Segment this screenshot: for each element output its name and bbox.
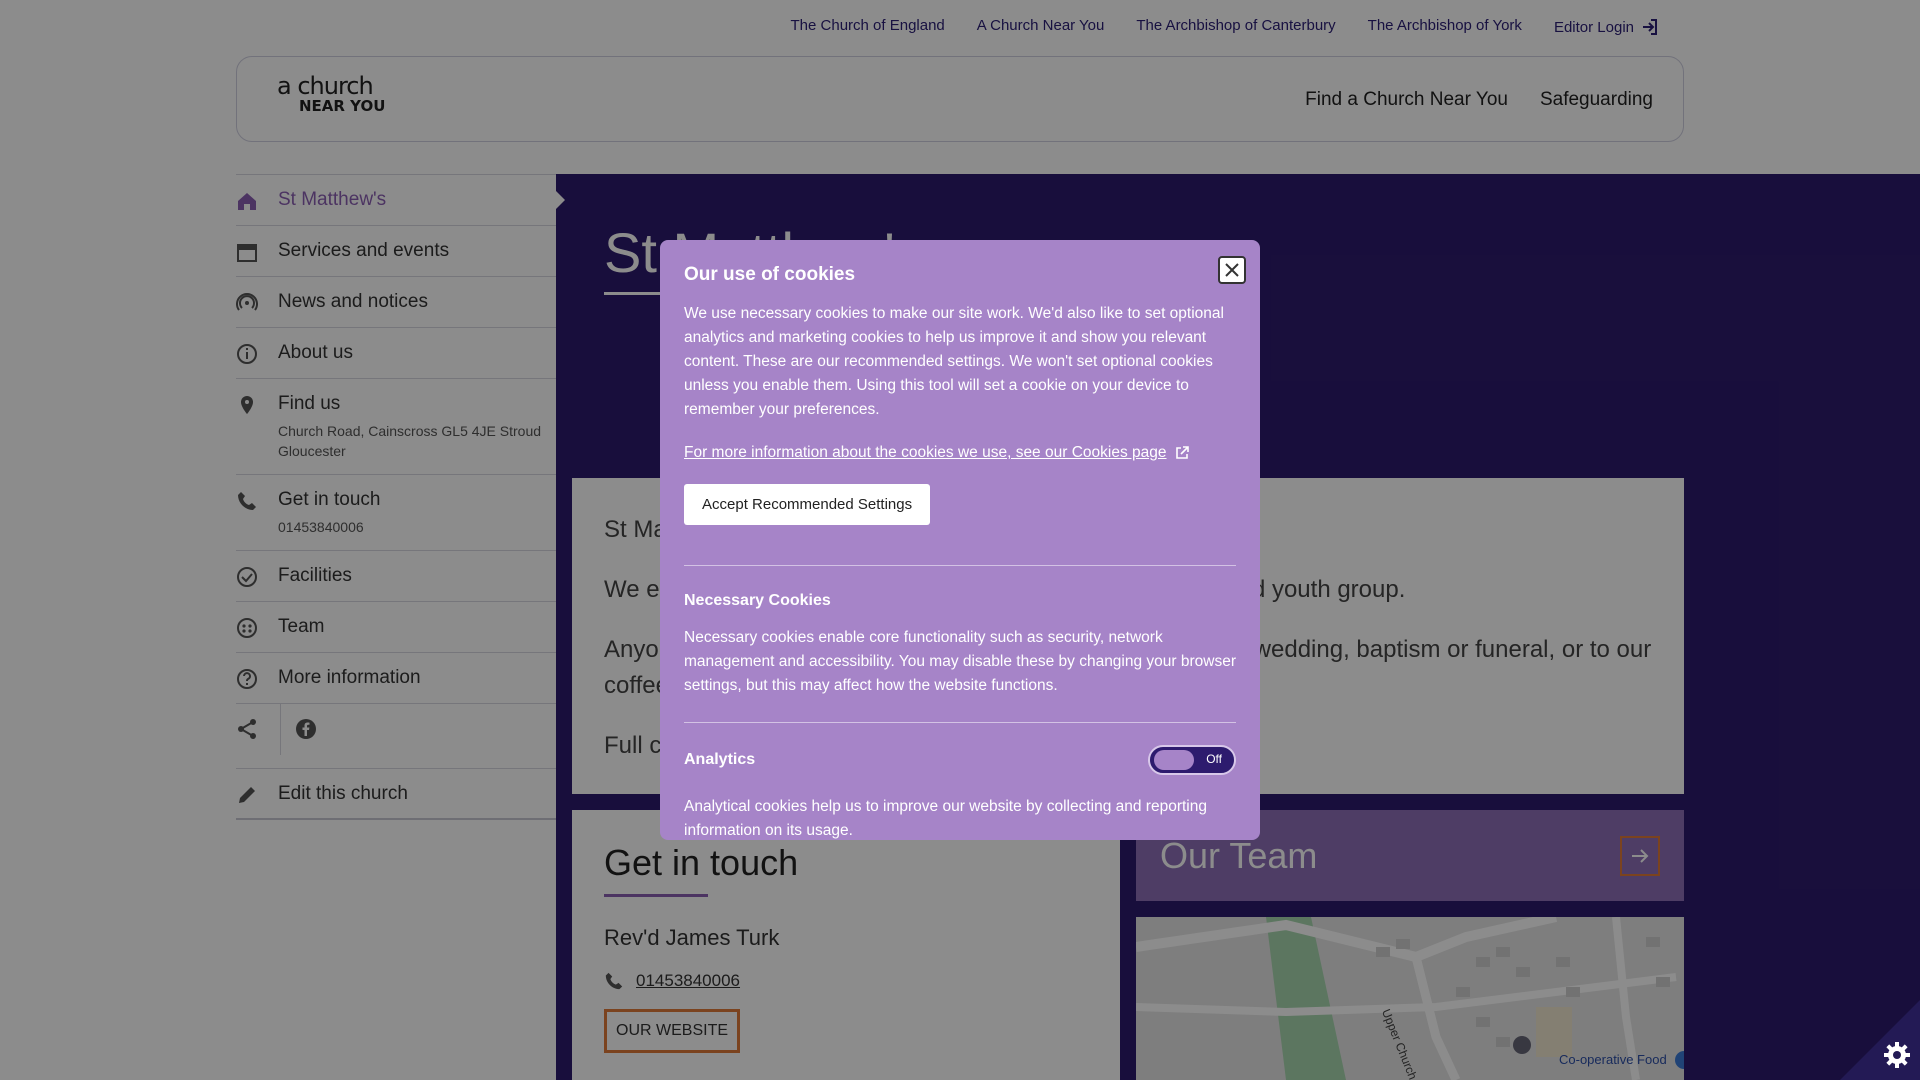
analytics-text: Analytical cookies help us to improve ou… (684, 798, 1207, 839)
cookie-dialog-title: Our use of cookies (684, 264, 856, 285)
gear-icon[interactable] (1882, 1040, 1912, 1070)
analytics-toggle[interactable]: Off (1148, 745, 1236, 775)
external-link-icon (1176, 446, 1190, 459)
necessary-cookies-title: Necessary Cookies (684, 592, 831, 609)
accept-recommended-button[interactable]: Accept Recommended Settings (684, 484, 931, 525)
close-button[interactable] (1218, 256, 1246, 284)
cookie-intro-text: We use necessary cookies to make our sit… (684, 305, 1224, 418)
toggle-knob (1154, 750, 1194, 770)
analytics-row: Analytics Off (684, 745, 1236, 775)
necessary-cookies-text: Necessary cookies enable core functional… (684, 629, 1237, 694)
cookies-page-link-label: For more information about the cookies w… (684, 444, 1167, 461)
cookie-consent-dialog: Our use of cookies We use necessary cook… (660, 240, 1260, 840)
cookie-divider (684, 565, 1236, 566)
toggle-state-label: Off (1206, 752, 1222, 766)
cookies-page-link[interactable]: For more information about the cookies w… (684, 444, 1236, 462)
close-icon (1225, 263, 1239, 277)
cookie-divider (684, 722, 1236, 723)
analytics-title: Analytics (684, 751, 756, 768)
